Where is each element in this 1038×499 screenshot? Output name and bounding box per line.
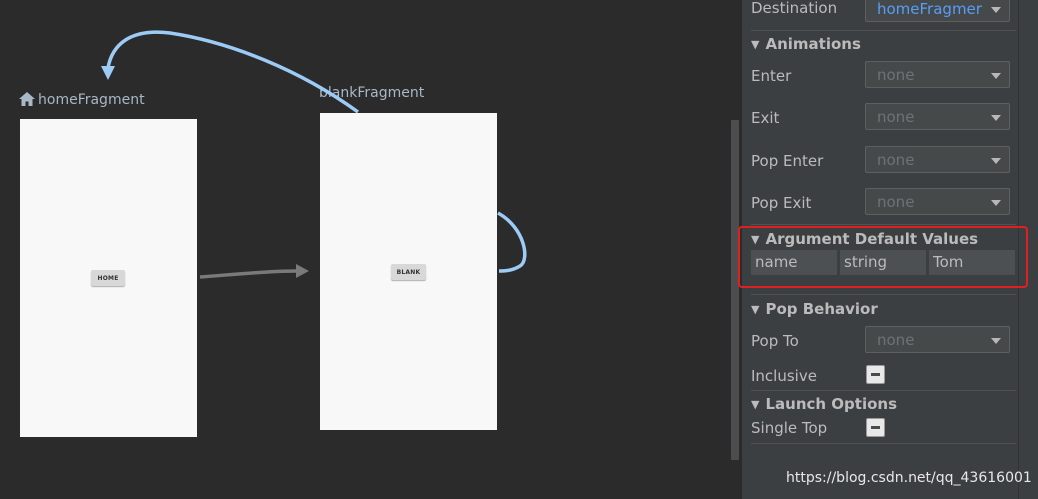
single-top-checkbox[interactable] xyxy=(866,418,885,437)
home-fragment-title[interactable]: homeFragment xyxy=(19,92,145,110)
pop-exit-dropdown[interactable]: none xyxy=(865,188,1010,215)
inclusive-label: Inclusive xyxy=(751,367,817,385)
home-icon xyxy=(19,92,35,110)
animations-title: Animations xyxy=(765,35,861,53)
pop-behavior-section-header[interactable]: ▼ Pop Behavior xyxy=(751,300,878,318)
inclusive-checkbox[interactable] xyxy=(866,365,885,384)
pop-behavior-title: Pop Behavior xyxy=(765,300,878,318)
chevron-down-icon xyxy=(991,158,1001,164)
destination-dropdown[interactable]: homeFragmer xyxy=(865,0,1010,22)
chevron-down-icon xyxy=(991,115,1001,121)
pop-enter-dropdown[interactable]: none xyxy=(865,146,1010,173)
home-fragment-node[interactable]: HOME xyxy=(20,119,197,437)
divider xyxy=(751,390,1016,391)
pop-exit-label: Pop Exit xyxy=(751,194,812,212)
chevron-down-icon xyxy=(991,338,1001,344)
chevron-down-icon xyxy=(991,7,1001,13)
pop-enter-label: Pop Enter xyxy=(751,152,824,170)
pop-to-label: Pop To xyxy=(751,332,799,350)
launch-options-section-header[interactable]: ▼ Launch Options xyxy=(751,395,897,413)
destination-value: homeFragmer xyxy=(877,0,982,18)
pop-to-value: none xyxy=(877,331,915,349)
animations-section-header[interactable]: ▼ Animations xyxy=(751,35,861,53)
triangle-down-icon: ▼ xyxy=(751,38,760,51)
pop-to-dropdown[interactable]: none xyxy=(865,326,1010,353)
chevron-down-icon xyxy=(991,73,1001,79)
triangle-down-icon: ▼ xyxy=(751,303,760,316)
home-fragment-button-preview: HOME xyxy=(91,270,125,286)
home-fragment-label: homeFragment xyxy=(38,92,145,108)
pop-exit-value: none xyxy=(877,193,915,211)
divider xyxy=(751,294,1016,295)
single-top-label: Single Top xyxy=(751,419,828,437)
pop-enter-value: none xyxy=(877,151,915,169)
destination-label: Destination xyxy=(751,0,838,17)
divider xyxy=(751,443,1016,444)
highlight-annotation-box xyxy=(738,226,1028,288)
indeterminate-mark xyxy=(871,373,880,376)
exit-value: none xyxy=(877,108,915,126)
launch-options-title: Launch Options xyxy=(765,395,898,413)
blank-fragment-node[interactable]: BLANK xyxy=(320,113,497,430)
enter-dropdown[interactable]: none xyxy=(865,61,1010,88)
blank-fragment-button-preview: BLANK xyxy=(391,264,426,280)
divider xyxy=(751,224,1016,225)
watermark: https://blog.csdn.net/qq_43616001 xyxy=(786,470,1032,486)
triangle-down-icon: ▼ xyxy=(751,398,760,411)
indeterminate-mark xyxy=(871,426,880,429)
blank-fragment-label: blankFragment xyxy=(319,85,425,101)
canvas-scrollbar[interactable] xyxy=(731,120,739,460)
enter-label: Enter xyxy=(751,67,792,85)
exit-label: Exit xyxy=(751,109,780,127)
enter-value: none xyxy=(877,66,915,84)
exit-dropdown[interactable]: none xyxy=(865,103,1010,130)
blank-fragment-title[interactable]: blankFragment xyxy=(319,85,424,101)
divider xyxy=(751,30,1016,31)
chevron-down-icon xyxy=(991,200,1001,206)
